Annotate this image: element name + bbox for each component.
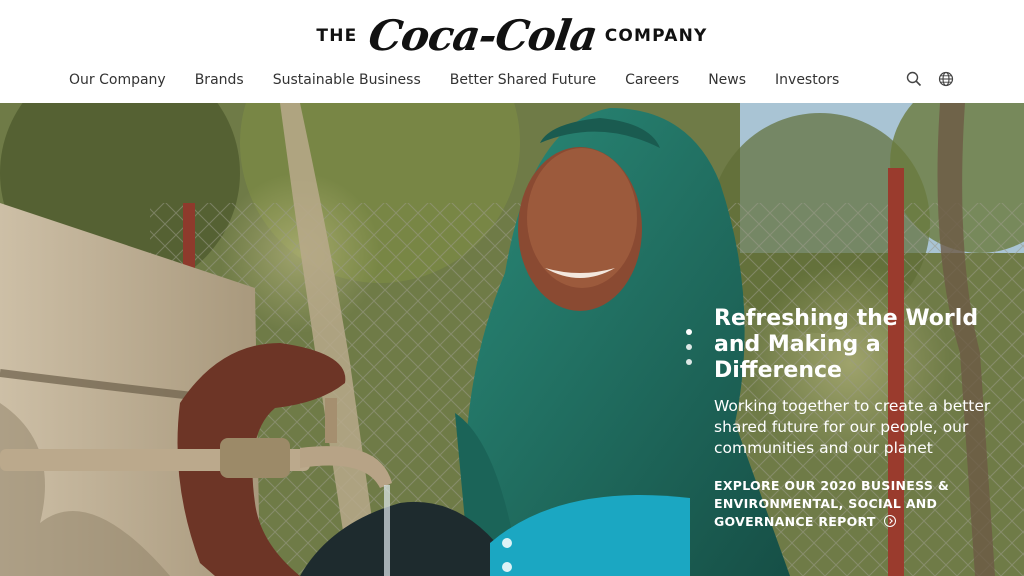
- hero-banner[interactable]: Refreshing the World and Making a Differ…: [0, 103, 1024, 576]
- nav-item-news[interactable]: News: [708, 72, 746, 88]
- nav-item-investors[interactable]: Investors: [775, 72, 839, 88]
- hero-title: Refreshing the World and Making a Differ…: [714, 306, 979, 383]
- slide-indicators: [686, 329, 692, 365]
- slide-dot-3[interactable]: [686, 359, 692, 365]
- brand-prefix: THE: [316, 26, 358, 46]
- arrow-circle-right-icon: [884, 515, 897, 527]
- slide-dot-1[interactable]: [686, 329, 692, 335]
- section-dot-2[interactable]: [502, 562, 512, 572]
- hero-content: Refreshing the World and Making a Differ…: [714, 306, 1014, 531]
- search-icon[interactable]: [906, 71, 922, 87]
- report-link-label: EXPLORE OUR 2020 BUSINESS & ENVIRONMENTA…: [714, 478, 950, 529]
- site-header: THE Coca-Cola COMPANY Our Company Brands…: [0, 0, 1024, 103]
- report-link[interactable]: EXPLORE OUR 2020 BUSINESS & ENVIRONMENTA…: [714, 477, 1014, 531]
- nav-item-brands[interactable]: Brands: [195, 72, 244, 88]
- header-icons: [906, 71, 954, 87]
- section-dot-1[interactable]: [502, 538, 512, 548]
- globe-icon[interactable]: [938, 71, 954, 87]
- nav-item-better-shared-future[interactable]: Better Shared Future: [450, 72, 596, 88]
- slide-dot-2[interactable]: [686, 344, 692, 350]
- section-indicators: [502, 538, 512, 572]
- main-nav: Our Company Brands Sustainable Business …: [69, 72, 868, 88]
- nav-item-our-company[interactable]: Our Company: [69, 72, 166, 88]
- nav-item-careers[interactable]: Careers: [625, 72, 679, 88]
- nav-item-sustainable-business[interactable]: Sustainable Business: [273, 72, 421, 88]
- hero-subtitle: Working together to create a better shar…: [714, 397, 991, 457]
- coca-cola-logo: Coca-Cola: [366, 11, 601, 60]
- brand-logo[interactable]: THE Coca-Cola COMPANY: [0, 8, 1024, 64]
- brand-suffix: COMPANY: [604, 26, 708, 46]
